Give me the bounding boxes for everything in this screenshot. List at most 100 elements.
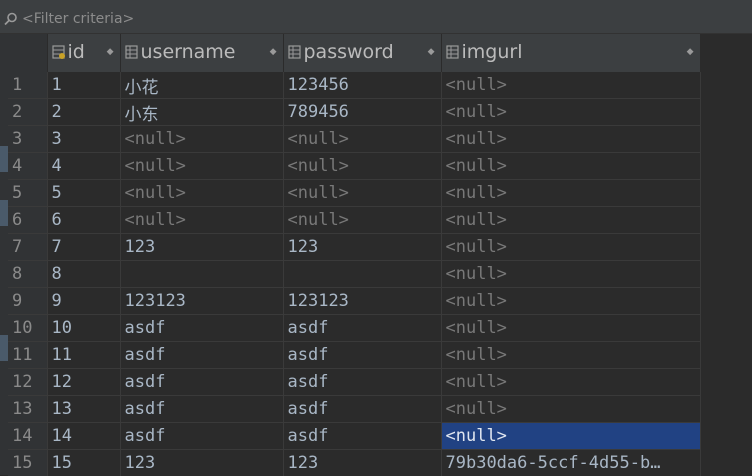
cell-id[interactable]: 12	[47, 369, 120, 396]
cell-imgurl[interactable]: <null>	[441, 126, 700, 153]
row-number[interactable]: 6	[8, 207, 47, 234]
row-number[interactable]: 10	[8, 315, 47, 342]
table-row[interactable]: 33<null><null><null>	[8, 126, 700, 153]
cell-id[interactable]: 1	[47, 72, 120, 99]
cell-username[interactable]: <null>	[120, 180, 283, 207]
table-row[interactable]: 88 <null>	[8, 261, 700, 288]
cell-id[interactable]: 7	[47, 234, 120, 261]
row-number[interactable]: 7	[8, 234, 47, 261]
cell-username[interactable]: <null>	[120, 153, 283, 180]
row-number[interactable]: 8	[8, 261, 47, 288]
cell-username[interactable]: <null>	[120, 126, 283, 153]
cell-username[interactable]: <null>	[120, 207, 283, 234]
cell-username[interactable]: asdf	[120, 315, 283, 342]
cell-username[interactable]: asdf	[120, 396, 283, 423]
cell-id[interactable]: 2	[47, 99, 120, 126]
column-header-username[interactable]: username ◆	[120, 34, 283, 72]
table-row[interactable]: 1313asdfasdf<null>	[8, 396, 700, 423]
cell-password[interactable]: asdf	[283, 315, 441, 342]
cell-username[interactable]: asdf	[120, 369, 283, 396]
cell-password[interactable]: asdf	[283, 342, 441, 369]
row-number[interactable]: 12	[8, 369, 47, 396]
table-row[interactable]: 151512312379b30da6-5ccf-4d55-b…	[8, 450, 700, 476]
cell-imgurl[interactable]: <null>	[441, 315, 700, 342]
cell-username[interactable]: 小东	[120, 99, 283, 126]
cell-username[interactable]	[120, 261, 283, 288]
column-header-id[interactable]: id ◆	[47, 34, 120, 72]
table-row[interactable]: 55<null><null><null>	[8, 180, 700, 207]
cell-imgurl[interactable]: <null>	[441, 234, 700, 261]
cell-username[interactable]: asdf	[120, 342, 283, 369]
row-number[interactable]: 2	[8, 99, 47, 126]
cell-password[interactable]: <null>	[283, 207, 441, 234]
column-header-password[interactable]: password ◆	[283, 34, 441, 72]
cell-username[interactable]: 123	[120, 234, 283, 261]
sort-icon[interactable]: ◆	[107, 47, 114, 57]
cell-id[interactable]: 4	[47, 153, 120, 180]
cell-imgurl[interactable]: <null>	[441, 369, 700, 396]
table-row[interactable]: 22小东789456<null>	[8, 99, 700, 126]
cell-password[interactable]: 123	[283, 234, 441, 261]
cell-username[interactable]: 123	[120, 450, 283, 476]
cell-imgurl[interactable]: <null>	[441, 261, 700, 288]
cell-imgurl[interactable]: <null>	[441, 153, 700, 180]
cell-password[interactable]: 123	[283, 450, 441, 476]
table-row[interactable]: 66<null><null><null>	[8, 207, 700, 234]
cell-imgurl[interactable]: <null>	[441, 72, 700, 99]
cell-id[interactable]: 13	[47, 396, 120, 423]
row-number[interactable]: 5	[8, 180, 47, 207]
row-number[interactable]: 13	[8, 396, 47, 423]
cell-imgurl[interactable]: <null>	[441, 396, 700, 423]
cell-id[interactable]: 10	[47, 315, 120, 342]
cell-imgurl[interactable]: <null>	[441, 342, 700, 369]
cell-password[interactable]: 123123	[283, 288, 441, 315]
table-row[interactable]: 1010asdfasdf<null>	[8, 315, 700, 342]
row-number[interactable]: 3	[8, 126, 47, 153]
cell-id[interactable]: 11	[47, 342, 120, 369]
table-row[interactable]: 1414asdfasdf<null>	[8, 423, 700, 450]
sort-icon[interactable]: ◆	[270, 47, 277, 57]
sort-icon[interactable]: ◆	[687, 47, 694, 57]
cell-id[interactable]: 14	[47, 423, 120, 450]
cell-password[interactable]: asdf	[283, 396, 441, 423]
row-number[interactable]: 4	[8, 153, 47, 180]
cell-imgurl[interactable]: 79b30da6-5ccf-4d55-b…	[441, 450, 700, 476]
filter-bar[interactable]: <Filter criteria>	[0, 4, 752, 34]
cell-id[interactable]: 3	[47, 126, 120, 153]
row-number[interactable]: 1	[8, 72, 47, 99]
cell-password[interactable]: 123456	[283, 72, 441, 99]
cell-password[interactable]	[283, 261, 441, 288]
cell-imgurl[interactable]: <null>	[441, 99, 700, 126]
cell-id[interactable]: 5	[47, 180, 120, 207]
row-number[interactable]: 15	[8, 450, 47, 476]
cell-id[interactable]: 15	[47, 450, 120, 476]
search-icon[interactable]	[0, 4, 22, 34]
cell-username[interactable]: asdf	[120, 423, 283, 450]
cell-id[interactable]: 9	[47, 288, 120, 315]
cell-imgurl[interactable]: <null>	[441, 180, 700, 207]
cell-imgurl[interactable]: <null>	[441, 423, 700, 450]
row-number[interactable]: 9	[8, 288, 47, 315]
row-number[interactable]: 11	[8, 342, 47, 369]
cell-password[interactable]: <null>	[283, 180, 441, 207]
table-row[interactable]: 1111asdfasdf<null>	[8, 342, 700, 369]
sort-icon[interactable]: ◆	[428, 47, 435, 57]
table-row[interactable]: 77123123<null>	[8, 234, 700, 261]
cell-password[interactable]: <null>	[283, 126, 441, 153]
cell-id[interactable]: 6	[47, 207, 120, 234]
cell-id[interactable]: 8	[47, 261, 120, 288]
cell-imgurl[interactable]: <null>	[441, 207, 700, 234]
cell-username[interactable]: 123123	[120, 288, 283, 315]
row-number[interactable]: 14	[8, 423, 47, 450]
cell-password[interactable]: <null>	[283, 153, 441, 180]
cell-password[interactable]: asdf	[283, 369, 441, 396]
cell-password[interactable]: 789456	[283, 99, 441, 126]
cell-username[interactable]: 小花	[120, 72, 283, 99]
table-row[interactable]: 99123123123123<null>	[8, 288, 700, 315]
column-header-imgurl[interactable]: imgurl ◆	[441, 34, 700, 72]
cell-imgurl[interactable]: <null>	[441, 288, 700, 315]
filter-criteria-input[interactable]: <Filter criteria>	[22, 11, 134, 27]
table-row[interactable]: 44<null><null><null>	[8, 153, 700, 180]
cell-password[interactable]: asdf	[283, 423, 441, 450]
table-row[interactable]: 11小花123456<null>	[8, 72, 700, 99]
